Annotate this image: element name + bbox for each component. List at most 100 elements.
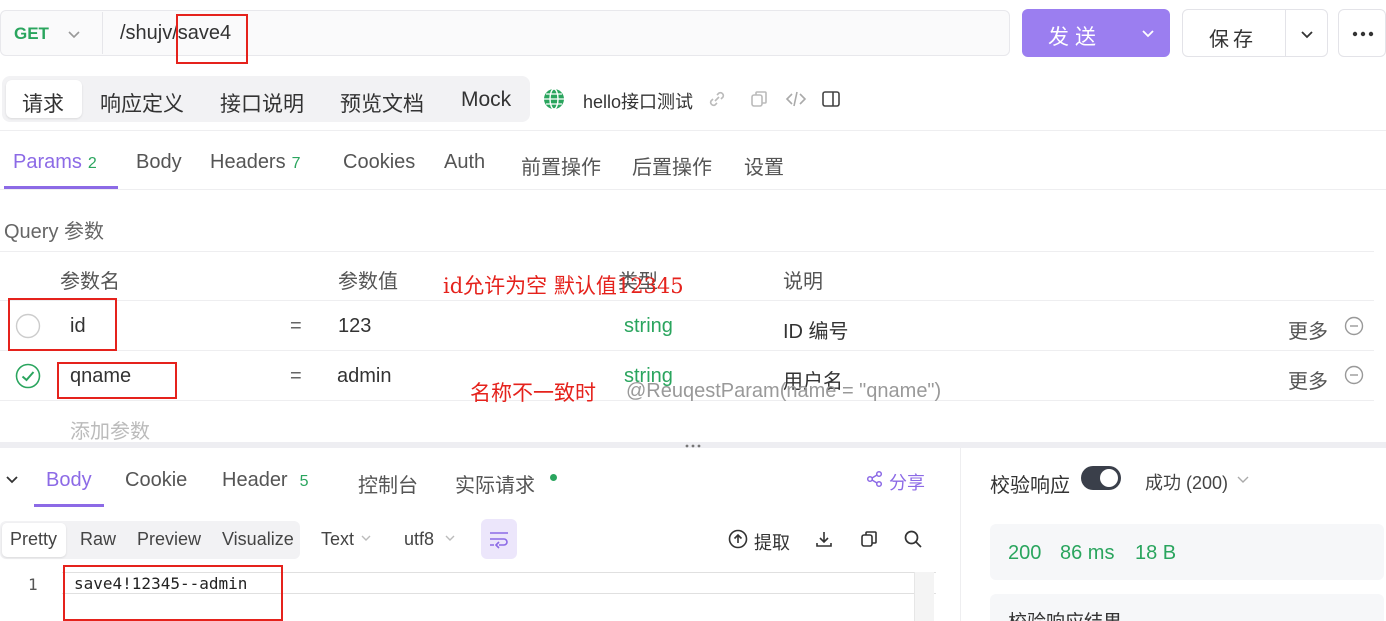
- chevron-down-icon[interactable]: [360, 532, 372, 544]
- tab-headers[interactable]: Headers 7: [210, 151, 301, 174]
- resp-tab-header-badge: 5: [299, 473, 309, 490]
- chevron-down-icon[interactable]: [4, 472, 20, 488]
- chevron-down-icon[interactable]: [1299, 26, 1315, 42]
- share-label[interactable]: 分享: [889, 469, 925, 495]
- format-visualize[interactable]: Visualize: [222, 529, 294, 550]
- resp-tab-actual-request[interactable]: 实际请求: [455, 469, 535, 498]
- copy-icon[interactable]: [749, 89, 769, 109]
- remove-circle-icon[interactable]: [1344, 316, 1364, 336]
- url-separator: [102, 12, 103, 54]
- equals-sign: =: [290, 315, 302, 337]
- response-size: 18 B: [1135, 542, 1177, 564]
- resp-tab-body[interactable]: Body: [46, 469, 92, 492]
- extract-label[interactable]: 提取: [754, 529, 790, 555]
- format-preview[interactable]: Preview: [137, 529, 201, 550]
- highlight-box: [176, 14, 248, 64]
- more-link[interactable]: 更多: [1288, 315, 1328, 344]
- col-header-value: 参数值: [338, 271, 398, 293]
- tab-body[interactable]: Body: [136, 151, 182, 174]
- link-icon[interactable]: [707, 89, 727, 109]
- send-button[interactable]: 发送: [1022, 9, 1170, 57]
- panel-icon[interactable]: [821, 89, 841, 109]
- tab-request[interactable]: 请求: [22, 88, 64, 118]
- tab-post-ops[interactable]: 后置操作: [632, 151, 712, 180]
- chevron-down-icon[interactable]: [1140, 25, 1156, 41]
- tab-auth[interactable]: Auth: [444, 151, 485, 174]
- tab-interface-doc[interactable]: 接口说明: [220, 88, 304, 118]
- param-desc[interactable]: ID 编号: [783, 315, 849, 344]
- verify-result-title: 校验响应结果: [1008, 607, 1122, 621]
- interface-name[interactable]: hello接口测试: [583, 88, 693, 114]
- more-dots-icon[interactable]: [1338, 9, 1386, 57]
- share-icon[interactable]: [866, 470, 884, 488]
- divider: [0, 130, 1386, 131]
- divider: [0, 251, 1374, 252]
- method-select[interactable]: GET: [14, 24, 49, 44]
- chevron-down-icon[interactable]: [444, 532, 456, 544]
- tab-settings[interactable]: 设置: [744, 151, 784, 180]
- encoding-select[interactable]: utf8: [404, 529, 434, 550]
- col-header-name: 参数名: [60, 271, 120, 293]
- resp-tab-header-label: Header: [222, 469, 288, 491]
- tab-headers-badge: 7: [291, 155, 301, 172]
- verify-label: 校验响应: [990, 475, 1070, 497]
- tab-params-badge: 2: [87, 155, 97, 172]
- save-button-label: 保存: [1209, 29, 1257, 51]
- line-number: 1: [28, 575, 38, 594]
- resp-tab-cookie[interactable]: Cookie: [125, 469, 187, 492]
- divider: [0, 300, 1374, 301]
- format-pretty[interactable]: Pretty: [10, 529, 57, 550]
- send-button-label: 发送: [1048, 26, 1102, 49]
- tab-response-def[interactable]: 响应定义: [100, 88, 184, 118]
- param-type[interactable]: string: [624, 315, 673, 338]
- active-tab-underline: [34, 504, 104, 507]
- equals-sign: =: [290, 365, 302, 387]
- globe-icon: [543, 88, 565, 110]
- divider: [0, 189, 1386, 190]
- wrap-icon[interactable]: [481, 519, 517, 559]
- save-button[interactable]: 保存: [1182, 9, 1328, 57]
- annotation-name-mismatch: 名称不一致时: [470, 381, 596, 405]
- divider: [0, 350, 1374, 351]
- download-icon[interactable]: [814, 529, 834, 549]
- status-dot: [550, 474, 557, 481]
- tab-headers-label: Headers: [210, 151, 286, 173]
- text-select[interactable]: Text: [321, 529, 354, 550]
- code-icon[interactable]: [785, 89, 807, 109]
- tab-params-label: Params: [13, 151, 82, 173]
- tab-pre-ops[interactable]: 前置操作: [521, 151, 601, 180]
- extract-icon[interactable]: [728, 529, 748, 549]
- highlight-box: [57, 362, 177, 399]
- remove-circle-icon[interactable]: [1344, 365, 1364, 385]
- section-title: Query 参数: [4, 221, 105, 243]
- drag-dots-icon[interactable]: [684, 442, 702, 450]
- more-link[interactable]: 更多: [1288, 365, 1328, 394]
- tab-params[interactable]: Params 2: [13, 151, 97, 174]
- response-time: 86 ms: [1060, 542, 1115, 564]
- toggle-knob: [1100, 469, 1118, 487]
- search-icon[interactable]: [903, 529, 923, 549]
- resp-tab-header[interactable]: Header 5: [222, 469, 309, 492]
- highlight-box: [8, 298, 117, 351]
- resp-tab-console[interactable]: 控制台: [358, 469, 418, 498]
- response-stats: [990, 524, 1384, 580]
- highlight-box: [63, 565, 283, 621]
- status-select[interactable]: 成功 (200): [1145, 469, 1228, 495]
- format-raw[interactable]: Raw: [80, 529, 116, 550]
- check-circle-icon[interactable]: [15, 363, 41, 389]
- param-value[interactable]: admin: [337, 365, 391, 388]
- param-value[interactable]: 123: [338, 315, 371, 338]
- chevron-down-icon[interactable]: [1236, 472, 1250, 486]
- tab-preview-doc[interactable]: 预览文档: [340, 88, 424, 118]
- annotation-request-param: @ReuqestParam(name = "qname"): [626, 380, 942, 402]
- col-header-desc: 说明: [783, 271, 823, 293]
- add-param-input[interactable]: 添加参数: [70, 415, 150, 444]
- scrollbar[interactable]: [914, 572, 934, 621]
- verify-toggle[interactable]: [1081, 466, 1121, 490]
- tab-mock[interactable]: Mock: [461, 88, 511, 112]
- save-divider: [1285, 10, 1286, 56]
- chevron-down-icon[interactable]: [66, 26, 82, 42]
- tab-cookies[interactable]: Cookies: [343, 151, 415, 174]
- annotation-id-default: id允许为空 默认值12345: [443, 274, 684, 298]
- copy-icon[interactable]: [859, 529, 879, 549]
